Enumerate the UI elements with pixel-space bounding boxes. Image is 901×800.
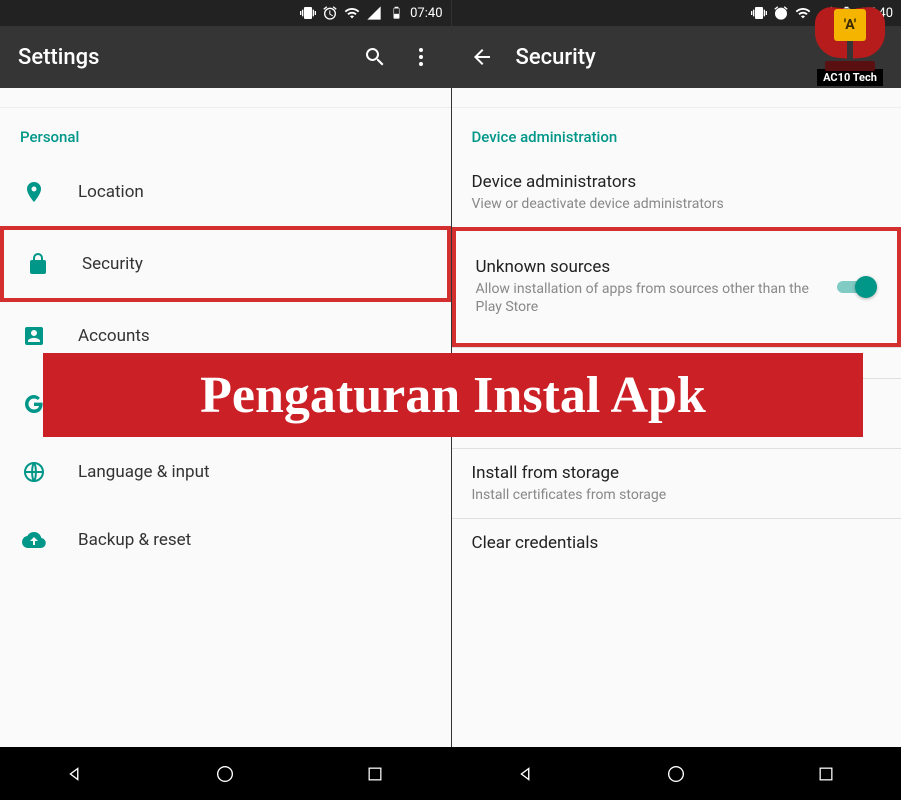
- nav-home-icon[interactable]: [663, 761, 689, 787]
- alarm-icon: [773, 5, 789, 21]
- item-device-admin[interactable]: Device administrators View or deactivate…: [452, 158, 901, 227]
- clock-text: 07:40: [410, 6, 442, 21]
- watermark-logo: 'A' AC10 Tech: [804, 5, 896, 105]
- overflow-menu-icon[interactable]: [409, 45, 433, 69]
- item-backup[interactable]: Backup & reset: [0, 506, 451, 574]
- nav-home-icon[interactable]: [212, 761, 238, 787]
- accounts-icon: [20, 322, 48, 350]
- lock-icon: [24, 250, 52, 278]
- nav-back-icon[interactable]: [513, 761, 539, 787]
- section-header-personal: Personal: [0, 108, 451, 158]
- item-subtitle: Allow installation of apps from sources …: [476, 280, 838, 316]
- item-label: Location: [78, 182, 144, 202]
- item-title: Device administrators: [472, 172, 882, 192]
- back-icon[interactable]: [470, 45, 494, 69]
- nav-bar: [0, 747, 901, 800]
- vibrate-icon: [751, 5, 767, 21]
- item-title: Clear credentials: [472, 533, 882, 553]
- location-icon: [20, 178, 48, 206]
- item-unknown-sources[interactable]: Unknown sources Allow installation of ap…: [452, 227, 901, 346]
- signal-icon: [366, 5, 382, 21]
- item-subtitle: Install certificates from storage: [472, 486, 882, 504]
- globe-icon: [20, 458, 48, 486]
- section-header: Device administration: [452, 108, 901, 158]
- item-clear-credentials[interactable]: Clear credentials: [452, 519, 901, 570]
- nav-recent-icon[interactable]: [813, 761, 839, 787]
- item-title: Unknown sources: [476, 257, 838, 277]
- item-label: Security: [82, 254, 143, 274]
- item-label: Accounts: [78, 326, 150, 346]
- item-label: Backup & reset: [78, 530, 191, 550]
- backup-icon: [20, 526, 48, 554]
- item-label: Language & input: [78, 462, 210, 482]
- overlay-banner: Pengaturan Instal Apk: [43, 353, 863, 437]
- search-icon[interactable]: [363, 45, 387, 69]
- vibrate-icon: [300, 5, 316, 21]
- alarm-icon: [322, 5, 338, 21]
- toggle-switch[interactable]: [837, 275, 877, 299]
- item-location[interactable]: Location: [0, 158, 451, 226]
- item-install-storage[interactable]: Install from storage Install certificate…: [452, 449, 901, 518]
- item-subtitle: View or deactivate device administrators: [472, 195, 882, 213]
- battery-icon: [388, 5, 404, 21]
- wifi-icon: [344, 5, 360, 21]
- item-language[interactable]: Language & input: [0, 438, 451, 506]
- item-title: Install from storage: [472, 463, 882, 483]
- status-bar: 07:40: [0, 0, 451, 26]
- nav-back-icon[interactable]: [62, 761, 88, 787]
- logo-letter: 'A': [834, 9, 866, 41]
- nav-recent-icon[interactable]: [362, 761, 388, 787]
- page-title: Settings: [18, 45, 341, 70]
- app-bar: Settings: [0, 26, 451, 88]
- item-security[interactable]: Security: [0, 226, 451, 302]
